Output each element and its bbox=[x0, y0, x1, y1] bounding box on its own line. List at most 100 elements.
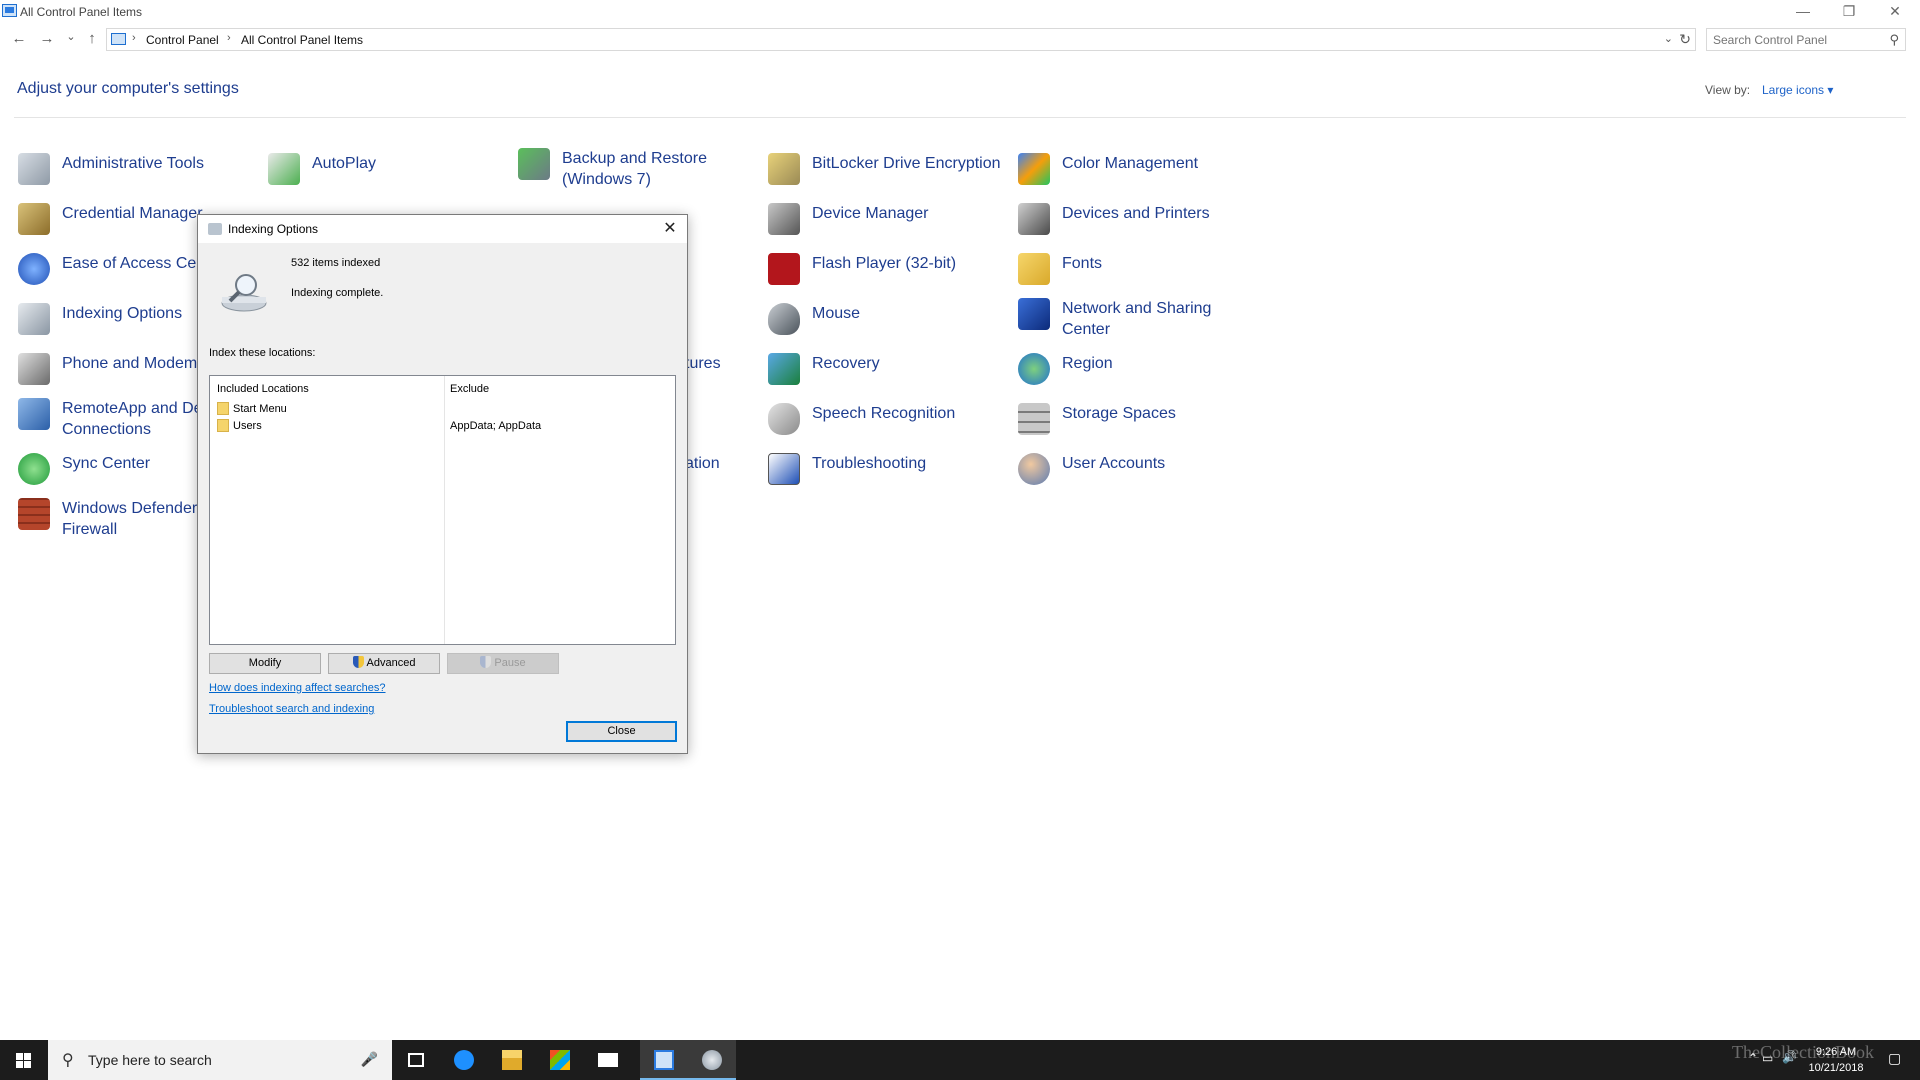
cp-item-label: Mouse bbox=[812, 305, 861, 322]
cp-item-label: Recovery bbox=[812, 355, 880, 372]
admin-tools-icon bbox=[18, 153, 50, 185]
printer-icon bbox=[1018, 203, 1050, 235]
address-bar[interactable]: › Control Panel › All Control Panel Item… bbox=[106, 28, 1696, 51]
control-panel-icon bbox=[2, 4, 17, 17]
dialog-close-button[interactable]: Close bbox=[566, 721, 677, 742]
cp-item-devices-printers[interactable]: Devices and Printers bbox=[1018, 203, 1258, 245]
forward-button[interactable]: → bbox=[38, 30, 56, 48]
refresh-icon[interactable]: ↻ bbox=[1679, 31, 1691, 48]
locations-label: Index these locations: bbox=[209, 347, 316, 359]
notification-center-icon[interactable]: ▢ bbox=[1876, 1040, 1916, 1080]
sync-icon bbox=[18, 453, 50, 485]
mail-icon[interactable] bbox=[584, 1040, 632, 1080]
back-button[interactable]: ← bbox=[10, 30, 28, 48]
locations-list[interactable]: Included Locations Exclude Start Menu Us… bbox=[209, 375, 676, 645]
firewall-icon bbox=[18, 498, 50, 530]
advanced-button[interactable]: Advanced bbox=[328, 653, 440, 674]
cp-item-mouse[interactable]: Mouse bbox=[768, 303, 1008, 345]
modify-button[interactable]: Modify bbox=[209, 653, 321, 674]
troubleshooting-icon bbox=[768, 453, 800, 485]
view-by-dropdown[interactable]: Large icons ▾ bbox=[1762, 83, 1833, 97]
up-button[interactable]: ↑ bbox=[83, 30, 101, 48]
close-button[interactable]: ✕ bbox=[1872, 0, 1918, 24]
cp-item-region[interactable]: Region bbox=[1018, 353, 1258, 395]
minimize-button[interactable]: — bbox=[1780, 0, 1826, 24]
exclude-value: AppData; AppData bbox=[450, 420, 542, 432]
dialog-titlebar: Indexing Options ✕ bbox=[198, 215, 687, 243]
column-header-exclude: Exclude bbox=[450, 383, 490, 395]
cp-item-device-manager[interactable]: Device Manager bbox=[768, 203, 1008, 245]
color-management-icon bbox=[1018, 153, 1050, 185]
advanced-label: Advanced bbox=[366, 657, 416, 669]
pause-button[interactable]: Pause bbox=[447, 653, 559, 674]
view-by-label: View by: bbox=[1705, 83, 1751, 97]
search-icon[interactable]: ⚲ bbox=[1889, 32, 1899, 48]
search-input[interactable] bbox=[1713, 32, 1881, 47]
search-box[interactable]: ⚲ bbox=[1706, 28, 1906, 51]
cp-item-autoplay[interactable]: AutoPlay bbox=[268, 153, 508, 195]
desktop: { "window": { "title": "All Control Pane… bbox=[0, 0, 1920, 1080]
cp-item-label: Administrative Tools bbox=[62, 155, 204, 172]
control-panel-icon[interactable] bbox=[640, 1040, 688, 1080]
list-item[interactable]: Users bbox=[217, 419, 262, 435]
shield-icon bbox=[480, 656, 492, 668]
cp-item-label: Troubleshooting bbox=[812, 455, 927, 472]
cp-item-storage-spaces[interactable]: Storage Spaces bbox=[1018, 403, 1258, 445]
flash-icon bbox=[768, 253, 800, 285]
breadcrumb-separator: › bbox=[227, 32, 231, 44]
windows-logo-icon bbox=[16, 1053, 31, 1068]
cp-item-color-management[interactable]: Color Management bbox=[1018, 153, 1258, 195]
cp-item-network-sharing[interactable]: Network and Sharing Center bbox=[1018, 298, 1258, 340]
cp-item-troubleshooting[interactable]: Troubleshooting bbox=[768, 453, 1008, 495]
credential-manager-icon bbox=[18, 203, 50, 235]
cp-item-label: Flash Player (32-bit) bbox=[812, 255, 957, 272]
location-name: Start Menu bbox=[233, 403, 287, 415]
cp-item-label: BitLocker Drive Encryption bbox=[812, 155, 1001, 172]
edge-icon[interactable] bbox=[440, 1040, 488, 1080]
breadcrumb-control-panel[interactable]: Control Panel bbox=[146, 33, 219, 47]
store-icon[interactable] bbox=[536, 1040, 584, 1080]
items-indexed-count: 532 items indexed bbox=[291, 257, 381, 269]
column-header-included: Included Locations bbox=[217, 383, 309, 395]
cp-item-label: Speech Recognition bbox=[812, 405, 956, 422]
list-item[interactable]: Start Menu bbox=[217, 402, 287, 418]
microphone-icon[interactable]: 🎤 bbox=[361, 1051, 378, 1068]
cp-item-speech-recognition[interactable]: Speech Recognition bbox=[768, 403, 1008, 445]
cp-item-bitlocker[interactable]: BitLocker Drive Encryption bbox=[768, 153, 1008, 195]
taskbar-search[interactable]: ⚲ Type here to search 🎤 bbox=[48, 1040, 392, 1080]
indexing-icon bbox=[208, 223, 222, 235]
indexing-options-dialog: Indexing Options ✕ 532 items indexed Ind… bbox=[197, 214, 688, 754]
cp-item-backup-restore[interactable]: Backup and Restore (Windows 7) bbox=[518, 148, 758, 190]
cp-item-label: Network and Sharing Center bbox=[1062, 300, 1212, 338]
cp-item-label: AutoPlay bbox=[312, 155, 377, 172]
ease-of-access-icon bbox=[18, 253, 50, 285]
breadcrumb-all-items[interactable]: All Control Panel Items bbox=[241, 33, 363, 47]
location-name: Users bbox=[233, 420, 262, 432]
cp-item-administrative-tools[interactable]: Administrative Tools bbox=[18, 153, 258, 195]
storage-icon bbox=[1018, 403, 1050, 435]
microphone-icon bbox=[768, 403, 800, 435]
indexing-options-icon[interactable] bbox=[688, 1040, 736, 1080]
indexing-icon bbox=[221, 274, 267, 312]
cp-item-recovery[interactable]: Recovery bbox=[768, 353, 1008, 395]
autoplay-icon bbox=[268, 153, 300, 185]
indexing-help-link[interactable]: How does indexing affect searches? bbox=[209, 682, 386, 694]
cp-item-fonts[interactable]: Fonts bbox=[1018, 253, 1258, 295]
cp-item-label: Storage Spaces bbox=[1062, 405, 1176, 422]
troubleshoot-link[interactable]: Troubleshoot search and indexing bbox=[209, 703, 374, 715]
address-dropdown-icon[interactable]: ⌄ bbox=[1664, 32, 1673, 45]
start-button[interactable] bbox=[0, 1040, 48, 1080]
restore-button[interactable]: ❐ bbox=[1826, 0, 1872, 24]
cp-item-flash-player[interactable]: Flash Player (32-bit) bbox=[768, 253, 1008, 295]
cp-item-user-accounts[interactable]: User Accounts bbox=[1018, 453, 1258, 495]
search-icon: ⚲ bbox=[62, 1052, 74, 1069]
cp-item-label: Backup and Restore (Windows 7) bbox=[562, 150, 707, 188]
folder-icon bbox=[217, 419, 229, 432]
recent-locations-button[interactable]: ⌄ bbox=[62, 28, 80, 46]
file-explorer-icon[interactable] bbox=[488, 1040, 536, 1080]
task-view-icon[interactable] bbox=[392, 1040, 440, 1080]
fonts-icon bbox=[1018, 253, 1050, 285]
dialog-close-icon[interactable]: ✕ bbox=[659, 218, 681, 240]
breadcrumb-separator: › bbox=[132, 32, 136, 44]
taskbar-search-text: Type here to search bbox=[88, 1052, 212, 1068]
